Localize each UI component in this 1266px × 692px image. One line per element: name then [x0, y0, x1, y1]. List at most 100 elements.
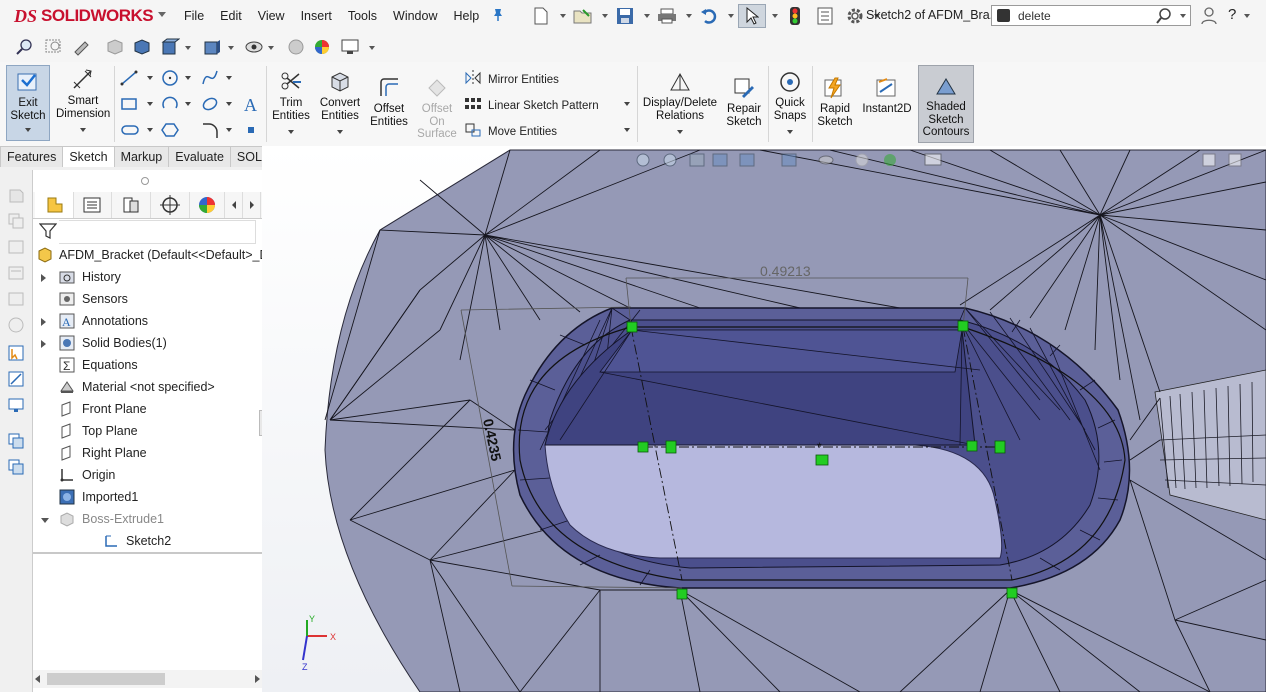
filter-field[interactable] — [59, 220, 256, 244]
section-view-icon[interactable] — [105, 38, 125, 56]
undo-icon[interactable] — [696, 5, 722, 27]
quick-snaps-button[interactable]: Quick Snaps — [770, 70, 810, 138]
undo-dropdown-icon[interactable] — [728, 14, 734, 18]
menu-view[interactable]: View — [250, 8, 293, 24]
scroll-left-icon[interactable] — [35, 675, 40, 683]
menu-file[interactable]: File — [176, 8, 212, 24]
quick-snaps-dropdown-icon[interactable] — [787, 130, 793, 134]
solidworks-logo[interactable]: DS SOLIDWORKS — [14, 6, 154, 26]
model-viewport[interactable]: 0.49213 0.4235 * X Y Z — [262, 146, 1266, 692]
strip-view-icon[interactable] — [7, 458, 25, 476]
sketch-point[interactable] — [957, 320, 969, 332]
expand-arrow-icon[interactable] — [41, 340, 46, 348]
tab-sketch[interactable]: Sketch — [62, 146, 115, 167]
sketch-point[interactable] — [815, 454, 829, 466]
ellipse-dropdown-icon[interactable] — [226, 102, 232, 106]
line-icon[interactable] — [120, 70, 138, 86]
arc-dropdown-icon[interactable] — [185, 102, 191, 106]
pin-icon[interactable] — [491, 8, 505, 25]
menu-help[interactable]: Help — [446, 8, 488, 24]
view-orientation-dropdown-icon[interactable] — [185, 46, 191, 50]
zoom-to-area-icon[interactable] — [44, 38, 64, 56]
select-arrow-icon[interactable] — [738, 4, 766, 28]
tree-item-annotations[interactable]: A Annotations — [33, 310, 262, 332]
view-orientation-icon[interactable] — [160, 38, 181, 56]
linear-sketch-pattern-button[interactable]: Linear Sketch Pattern — [464, 96, 599, 115]
search-box[interactable] — [991, 5, 1191, 26]
shaded-sketch-contours-button[interactable]: Shaded Sketch Contours — [918, 65, 974, 143]
circle-icon[interactable] — [161, 69, 179, 86]
display-manager-tab-icon[interactable] — [190, 192, 225, 218]
view-settings-dropdown-icon[interactable] — [369, 46, 375, 50]
display-style-icon[interactable] — [202, 38, 222, 56]
strip-sketch-icon[interactable] — [7, 370, 25, 388]
instant2d-button[interactable]: Instant2D — [858, 76, 916, 116]
line-dropdown-icon[interactable] — [147, 76, 153, 80]
search-dropdown-icon[interactable] — [1180, 14, 1186, 18]
collapse-arrow-icon[interactable] — [41, 518, 49, 523]
display-delete-relations-button[interactable]: Display/Delete Relations — [640, 70, 720, 138]
help-icon[interactable]: ? — [1228, 6, 1236, 23]
sketch-point[interactable] — [637, 441, 649, 453]
strip-layers-icon[interactable] — [7, 432, 25, 450]
traffic-light-icon[interactable] — [782, 5, 808, 27]
strip-drawing-icon[interactable] — [7, 264, 25, 282]
help-dropdown-icon[interactable] — [1244, 14, 1250, 18]
tabs-scroll-right-icon[interactable] — [244, 192, 261, 218]
circle-dropdown-icon[interactable] — [185, 76, 191, 80]
repair-sketch-button[interactable]: Repair Sketch — [722, 76, 766, 128]
hide-show-dropdown-icon[interactable] — [268, 46, 274, 50]
tree-item-solid-bodies-1[interactable]: Solid Bodies(1) — [33, 332, 262, 354]
trim-dropdown-icon[interactable] — [288, 130, 294, 134]
tab-evaluate[interactable]: Evaluate — [168, 146, 231, 167]
strip-part-icon[interactable] — [7, 186, 25, 204]
new-dropdown-icon[interactable] — [560, 14, 566, 18]
spline-icon[interactable] — [201, 69, 219, 85]
horizontal-scrollbar[interactable] — [33, 670, 262, 688]
sketch-point[interactable] — [626, 321, 638, 333]
tree-item-sensors[interactable]: Sensors — [33, 288, 262, 310]
dynamic-annotation-icon[interactable] — [132, 38, 152, 56]
strip-sheet-icon[interactable] — [7, 290, 25, 308]
search-input[interactable] — [1016, 8, 1160, 24]
select-dropdown-icon[interactable] — [772, 14, 778, 18]
tree-item-boss-extrude1[interactable]: Boss-Extrude1 — [33, 508, 262, 530]
options-gear-icon[interactable] — [842, 5, 868, 27]
strip-copy-icon[interactable] — [7, 212, 25, 230]
strip-display-icon[interactable] — [7, 396, 25, 414]
user-icon[interactable] — [1201, 7, 1217, 28]
convert-dropdown-icon[interactable] — [337, 130, 343, 134]
trim-entities-button[interactable]: Trim Entities — [268, 70, 314, 138]
menu-window[interactable]: Window — [385, 8, 445, 24]
hide-show-items-icon[interactable] — [244, 38, 264, 56]
exit-sketch-button[interactable]: Exit Sketch — [6, 65, 50, 141]
relations-dropdown-icon[interactable] — [677, 130, 683, 134]
point-icon[interactable] — [245, 124, 263, 140]
tab-features[interactable]: Features — [0, 146, 64, 167]
filter-icon[interactable] — [38, 222, 58, 243]
logo-menu-arrow-icon[interactable] — [158, 12, 166, 17]
tree-item-sketch2[interactable]: Sketch2 — [33, 530, 262, 552]
linear-pattern-dropdown-icon[interactable] — [624, 102, 630, 106]
rectangle-dropdown-icon[interactable] — [147, 102, 153, 106]
tree-item-material-not-specified[interactable]: Material <not specified> — [33, 376, 262, 398]
save-dropdown-icon[interactable] — [644, 14, 650, 18]
move-dropdown-icon[interactable] — [624, 128, 630, 132]
rectangle-icon[interactable] — [120, 96, 138, 112]
smart-dimension-dropdown-icon[interactable] — [80, 128, 86, 132]
tree-item-imported1[interactable]: Imported1 — [33, 486, 262, 508]
tree-item-origin[interactable]: Origin — [33, 464, 262, 486]
dimxpert-tab-icon[interactable] — [151, 192, 190, 218]
fillet-dropdown-icon[interactable] — [226, 128, 232, 132]
menu-edit[interactable]: Edit — [212, 8, 250, 24]
menu-tools[interactable]: Tools — [340, 8, 385, 24]
move-entities-button[interactable]: Move Entities — [464, 122, 557, 141]
edit-appearance-icon[interactable] — [286, 38, 306, 56]
menu-insert[interactable]: Insert — [293, 8, 340, 24]
tab-markup[interactable]: Markup — [113, 146, 170, 167]
tabs-scroll-left-icon[interactable] — [226, 192, 243, 218]
file-properties-icon[interactable] — [812, 5, 838, 27]
slot-icon[interactable] — [120, 122, 139, 138]
open-dropdown-icon[interactable] — [602, 14, 608, 18]
sketch-point[interactable] — [966, 440, 978, 452]
